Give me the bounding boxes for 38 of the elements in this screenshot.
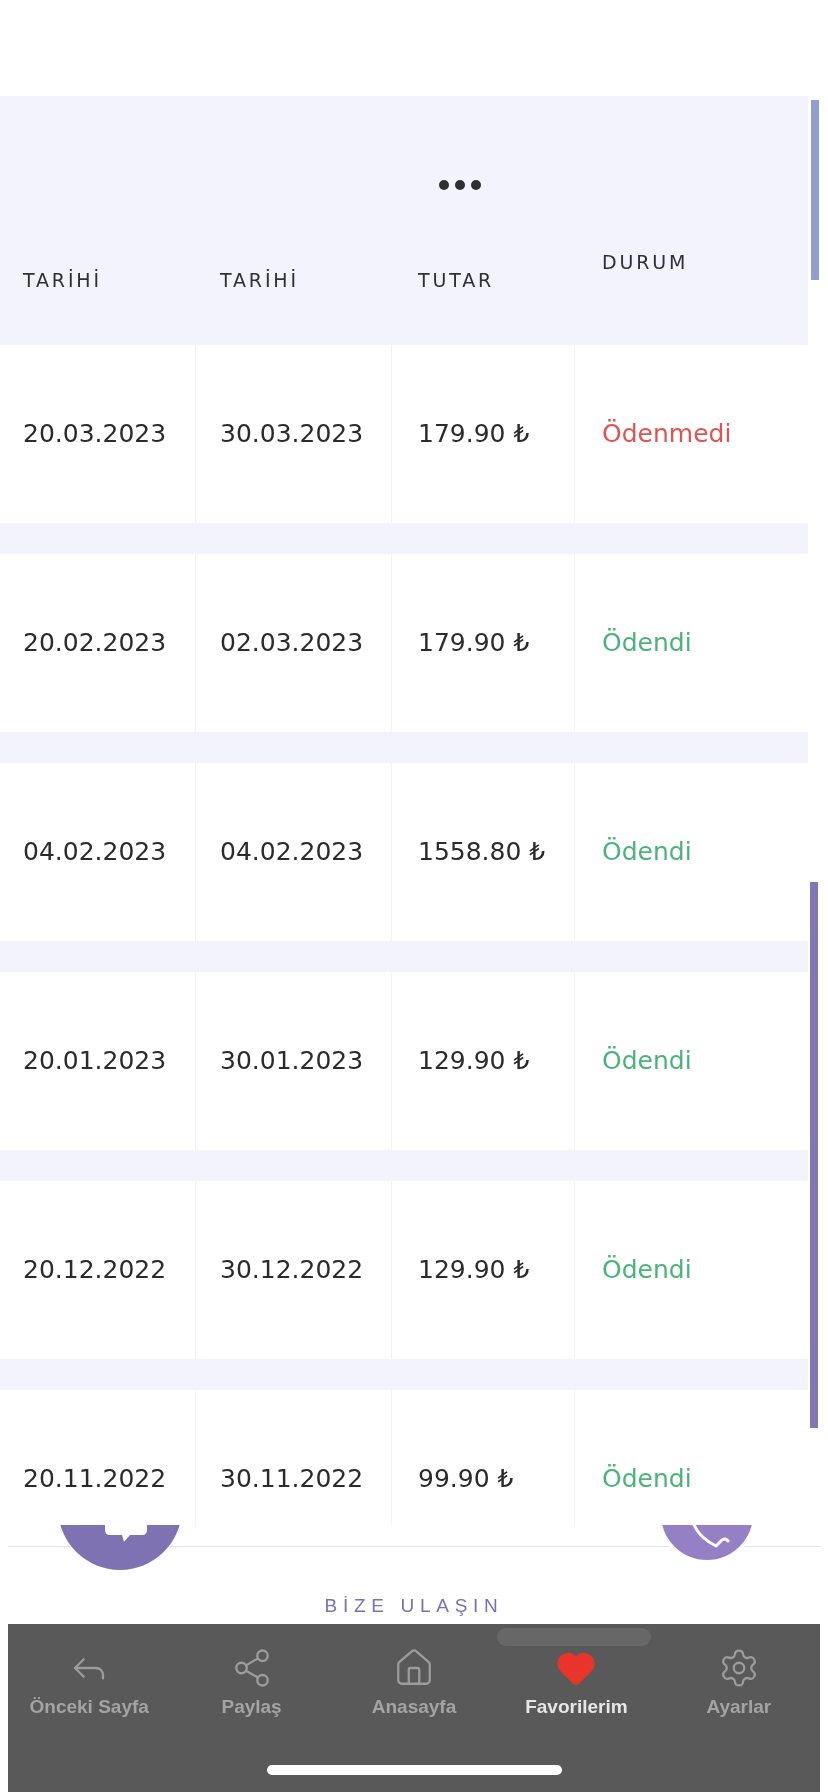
nav-tab[interactable]: Ayarlar: [657, 1647, 820, 1719]
nav-tab[interactable]: Önceki Sayfa: [8, 1647, 171, 1719]
scrollbar-thumb[interactable]: [811, 100, 819, 280]
date-text: 20.02.2023: [23, 628, 167, 657]
amount-text: 1558.80 ₺: [418, 837, 546, 866]
amount-text: 99.90 ₺: [418, 1464, 514, 1493]
column-header: TARİHİ: [23, 269, 102, 291]
status-text: Ödendi: [602, 1255, 692, 1284]
date-text: 20.03.2023: [23, 419, 167, 448]
date-text: 20.12.2022: [23, 1255, 167, 1284]
column-header: TUTAR: [418, 269, 495, 291]
nav-tab[interactable]: Anasayfa: [332, 1647, 496, 1719]
status-text: Ödendi: [602, 837, 692, 866]
date-text: 04.02.2023: [220, 837, 364, 866]
nav-tab[interactable]: Paylaş: [170, 1647, 333, 1719]
status-text: Ödenmedi: [602, 419, 732, 448]
column-header: TARİHİ: [220, 269, 299, 291]
status-text: Ödendi: [602, 1046, 692, 1075]
nav-tab[interactable]: Favorilerim: [495, 1647, 658, 1719]
scrollbar-thumb[interactable]: [810, 882, 818, 1428]
date-text: 30.12.2022: [220, 1255, 364, 1284]
amount-text: 129.90 ₺: [418, 1255, 530, 1284]
contact-heading: BİZE ULAŞIN: [324, 1594, 504, 1618]
date-text: 04.02.2023: [23, 837, 167, 866]
date-text: 30.11.2022: [220, 1464, 364, 1493]
column-header: DURUM: [602, 251, 689, 273]
amount-text: 179.90 ₺: [418, 419, 530, 448]
chat-button[interactable]: [58, 1525, 182, 1571]
date-text: 30.01.2023: [220, 1046, 364, 1075]
amount-text: 129.90 ₺: [418, 1046, 530, 1075]
date-text: 20.11.2022: [23, 1464, 167, 1493]
date-text: 20.01.2023: [23, 1046, 167, 1075]
more-icon[interactable]: [439, 180, 481, 190]
amount-text: 179.90 ₺: [418, 628, 530, 657]
date-text: 02.03.2023: [220, 628, 364, 657]
status-text: Ödendi: [602, 1464, 692, 1493]
status-text: Ödendi: [602, 628, 692, 657]
date-text: 30.03.2023: [220, 419, 364, 448]
